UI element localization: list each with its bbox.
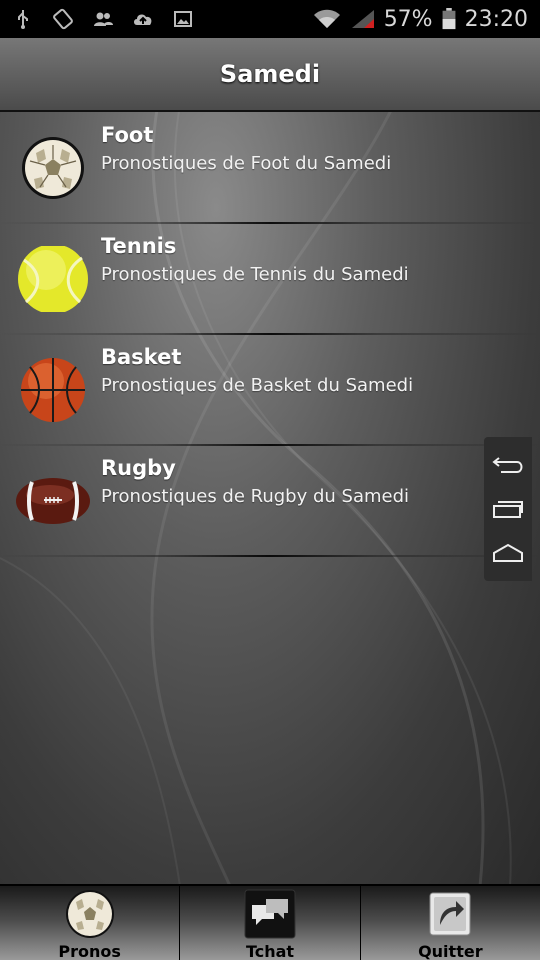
home-icon: [493, 543, 523, 562]
signal-icon: [351, 10, 374, 28]
tab-label: Pronos: [58, 942, 121, 960]
sports-list: Foot Pronostiques de Foot du Samedi Tenn…: [0, 113, 540, 557]
tab-pronos[interactable]: Pronos: [0, 886, 181, 960]
bottom-tab-bar: Pronos Tchat Quitter: [0, 884, 540, 960]
page-title: Samedi: [219, 60, 321, 88]
list-item-basket[interactable]: Basket Pronostiques de Basket du Samedi: [0, 335, 540, 446]
list-item-tennis[interactable]: Tennis Pronostiques de Tennis du Samedi: [0, 224, 540, 335]
list-item-title: Rugby: [101, 456, 176, 480]
header-bar: Samedi: [0, 38, 540, 112]
floating-nav: [484, 437, 532, 581]
people-icon: [94, 12, 113, 26]
list-item-title: Basket: [101, 345, 182, 369]
list-item-subtitle: Pronostiques de Rugby du Samedi: [101, 486, 410, 507]
tab-tchat[interactable]: Tchat: [180, 886, 361, 960]
list-item-title: Tennis: [101, 234, 177, 258]
tab-label: Quitter: [418, 942, 483, 960]
list-item-subtitle: Pronostiques de Foot du Samedi: [101, 153, 392, 174]
list-item-subtitle: Pronostiques de Tennis du Samedi: [101, 264, 409, 285]
battery-percent: 57%: [383, 6, 433, 32]
list-item-foot[interactable]: Foot Pronostiques de Foot du Samedi: [0, 113, 540, 224]
list-item-title: Foot: [101, 123, 154, 147]
tennis-ball-icon: [18, 246, 88, 312]
recent-apps-icon: [493, 501, 523, 518]
soccer-ball-icon: [22, 137, 84, 199]
tab-quitter[interactable]: Quitter: [361, 886, 540, 960]
screen-rotation-icon: [53, 8, 73, 30]
chat-bubbles-icon: [244, 889, 296, 939]
wifi-icon: [313, 9, 340, 28]
basketball-icon: [21, 358, 85, 422]
status-bar: 57% 23:20: [0, 0, 540, 38]
back-button[interactable]: [490, 450, 526, 480]
usb-icon: [18, 10, 28, 29]
soccer-ball-icon: [65, 890, 114, 938]
home-button[interactable]: [490, 538, 526, 568]
exit-arrow-icon: [429, 892, 471, 936]
clock: 23:20: [464, 6, 528, 32]
rugby-ball-icon: [16, 478, 90, 524]
cloud-upload-icon: [134, 14, 152, 25]
back-icon: [492, 457, 523, 473]
status-right: 57% 23:20: [312, 7, 528, 32]
image-icon: [174, 11, 192, 27]
status-left-icons: [12, 8, 194, 30]
list-divider: [0, 555, 540, 557]
recent-apps-button[interactable]: [490, 494, 526, 524]
battery-icon: [442, 8, 456, 30]
list-item-subtitle: Pronostiques de Basket du Samedi: [101, 375, 414, 396]
list-item-rugby[interactable]: Rugby Pronostiques de Rugby du Samedi: [0, 446, 540, 557]
tab-label: Tchat: [245, 942, 295, 960]
